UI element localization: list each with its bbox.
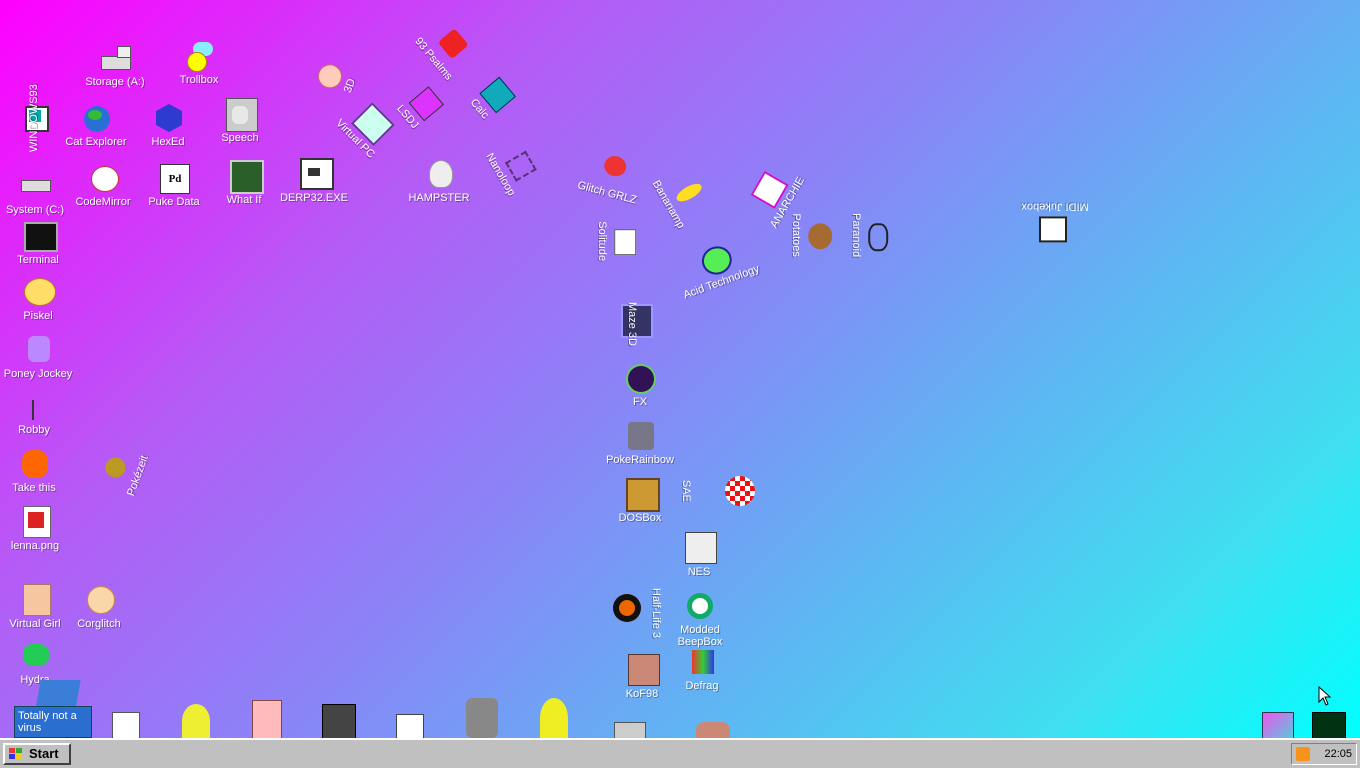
cat-explorer-icon[interactable]: Cat Explorer — [55, 102, 137, 148]
terminal-icon[interactable]: Terminal — [0, 220, 79, 266]
lenna-icon[interactable]: lenna.png — [0, 506, 76, 552]
half-life-3-icon[interactable]: Half-Life 3 — [586, 588, 668, 638]
bottom-icon-2[interactable] — [182, 704, 210, 738]
midi-jukebox-icon[interactable]: MIDI Jukebox — [1014, 200, 1096, 246]
trollbox-icon[interactable]: Trollbox — [158, 40, 240, 86]
poney-jockey-icon[interactable]: Poney Jockey — [0, 334, 79, 380]
bottom-icon-4[interactable] — [322, 704, 356, 738]
bottom-icon-7[interactable] — [540, 698, 568, 738]
codemirror-icon[interactable]: CodeMirror — [62, 162, 144, 208]
derp32-icon[interactable]: DERP32.EXE — [273, 158, 355, 204]
speech-icon[interactable]: Speech — [199, 98, 281, 144]
bottom-icon-5[interactable] — [396, 714, 424, 738]
bottom-icon-1[interactable] — [112, 712, 140, 738]
fx-icon[interactable]: FX — [599, 362, 681, 408]
storage-a-icon[interactable]: Storage (A:) — [74, 42, 156, 88]
start-label: Start — [29, 746, 59, 761]
rss-icon[interactable] — [1296, 747, 1310, 761]
desktop: Storage (A:) Trollbox WINDOWS93 Cat Expl… — [0, 0, 1360, 738]
piskel-icon[interactable]: Piskel — [0, 276, 79, 322]
bottom-icon-6[interactable] — [466, 698, 498, 738]
take-this-icon[interactable]: Take this — [0, 448, 75, 494]
windows-logo-icon — [9, 748, 22, 759]
corglitch-icon[interactable]: Corglitch — [58, 584, 140, 630]
modded-beepbox-icon[interactable]: Modded BeepBox — [659, 590, 741, 648]
cube-icon[interactable] — [1262, 712, 1294, 738]
dosbox-icon[interactable]: DOSBox — [599, 478, 681, 524]
pokerainbow-icon[interactable]: PokeRainbow — [599, 420, 681, 466]
nanoloop-icon[interactable]: Nanoloop — [475, 119, 556, 213]
bottom-icon-9[interactable] — [696, 722, 730, 738]
clock[interactable]: 22:05 — [1324, 744, 1352, 764]
paranoid-icon[interactable]: Paranoid — [850, 194, 896, 276]
bottom-icon-8[interactable] — [614, 722, 646, 738]
hexed-icon[interactable]: HexEd — [127, 102, 209, 148]
hampster-icon[interactable]: HAMPSTER — [398, 158, 480, 204]
sae-icon[interactable]: SAE — [672, 474, 755, 506]
robby-icon[interactable]: Robby — [0, 398, 75, 436]
mouse-cursor-icon — [1318, 686, 1332, 706]
system-tray: 22:05 — [1291, 743, 1357, 765]
taskbar: Start 22:05 — [0, 738, 1360, 768]
defrag-icon[interactable]: Defrag — [661, 646, 743, 692]
solitude-icon[interactable]: Solitude — [596, 200, 642, 282]
potatoes-icon[interactable]: Potatoes — [790, 194, 836, 276]
maze3d-icon[interactable]: Maze 3D — [594, 302, 676, 346]
bottom-icon-3[interactable] — [252, 700, 282, 738]
bananamp-icon[interactable]: Bananamp — [643, 149, 724, 243]
terminal-bottom-icon[interactable] — [1312, 712, 1346, 738]
pokezeit-icon[interactable]: Pokézeit — [86, 424, 157, 517]
start-button[interactable]: Start — [3, 743, 71, 765]
nes-icon[interactable]: NES — [658, 532, 740, 578]
